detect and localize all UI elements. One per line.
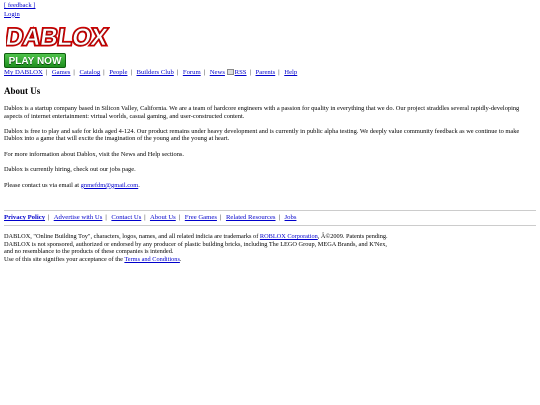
footer-contact-us[interactable]: Contact Us	[111, 214, 141, 221]
dablox-logo[interactable]: DABLOX DABLOX	[6, 22, 110, 50]
about-paragraph-2: Dablox is free to play and safe for kids…	[4, 128, 520, 143]
footer-free-games[interactable]: Free Games	[185, 214, 217, 221]
legal-line-4-suffix: .	[179, 255, 182, 263]
nav-rss[interactable]: RSS	[235, 69, 247, 76]
legal-line-3: and no resemblance to the products of th…	[4, 248, 174, 256]
legal-line-1-suffix: , Â©2009. Patents pending.	[317, 233, 388, 240]
footer-about-us[interactable]: About Us	[150, 214, 176, 221]
nav-help[interactable]: Help	[284, 69, 297, 76]
legal-notice: DABLOX, "Online Building Toy", character…	[4, 233, 524, 263]
contact-suffix: .	[138, 181, 140, 189]
footer-divider-top	[4, 210, 536, 211]
terms-link[interactable]: Terms and Conditions	[124, 256, 180, 263]
legal-line-1-prefix: DABLOX, "Online Building Toy", character…	[4, 233, 260, 240]
about-content: About Us Dablox is a startup company bas…	[4, 86, 534, 197]
top-links: [ feedback ] Login	[4, 2, 35, 19]
contact-email-link[interactable]: gnmefdm@gmail.com	[81, 182, 139, 189]
about-paragraph-4: Dablox is currently hiring, check out ou…	[4, 166, 136, 174]
legal-line-2: DABLOX is not sponsored, authorized or e…	[4, 240, 387, 248]
roblox-corporation-link[interactable]: ROBLOX Corporation	[260, 233, 318, 240]
nav-people[interactable]: People	[109, 69, 127, 76]
about-paragraph-1: Dablox is a startup company based in Sil…	[4, 105, 520, 120]
footer-divider-bottom	[4, 225, 536, 226]
play-now-button[interactable]: PLAY NOW	[4, 53, 66, 68]
footer-advertise[interactable]: Advertise with Us	[54, 214, 103, 221]
nav-catalog[interactable]: Catalog	[79, 69, 100, 76]
contact-paragraph: Please contact us via email at gnmefdm@g…	[4, 182, 534, 189]
main-nav: My DABLOX | Games | Catalog | People | Build…	[4, 69, 298, 76]
nav-my-dablox[interactable]: My DABLOX	[4, 69, 43, 76]
feedback-link[interactable]: [ feedback ]	[4, 2, 35, 9]
about-paragraph-3: For more information about Dablox, visit…	[4, 150, 184, 158]
nav-games[interactable]: Games	[52, 69, 71, 76]
logo-text-outline: DABLOX	[6, 24, 109, 50]
footer-related-resources[interactable]: Related Resources	[226, 214, 276, 221]
contact-prefix: Please contact us via email at	[4, 181, 81, 189]
nav-news[interactable]: News	[210, 69, 225, 76]
footer-links: Privacy Policy | Advertise with Us | Conta…	[4, 214, 297, 221]
footer-privacy-policy[interactable]: Privacy Policy	[4, 214, 45, 221]
rss-icon[interactable]	[226, 69, 234, 75]
footer-jobs[interactable]: Jobs	[285, 214, 297, 221]
legal-line-4-prefix: Use of this site signifies your acceptan…	[4, 255, 125, 263]
nav-parents[interactable]: Parents	[256, 69, 276, 76]
nav-forum[interactable]: Forum	[183, 69, 201, 76]
nav-builders-club[interactable]: Builders Club	[136, 69, 173, 76]
login-link[interactable]: Login	[4, 11, 20, 18]
page-title: About Us	[4, 86, 41, 96]
